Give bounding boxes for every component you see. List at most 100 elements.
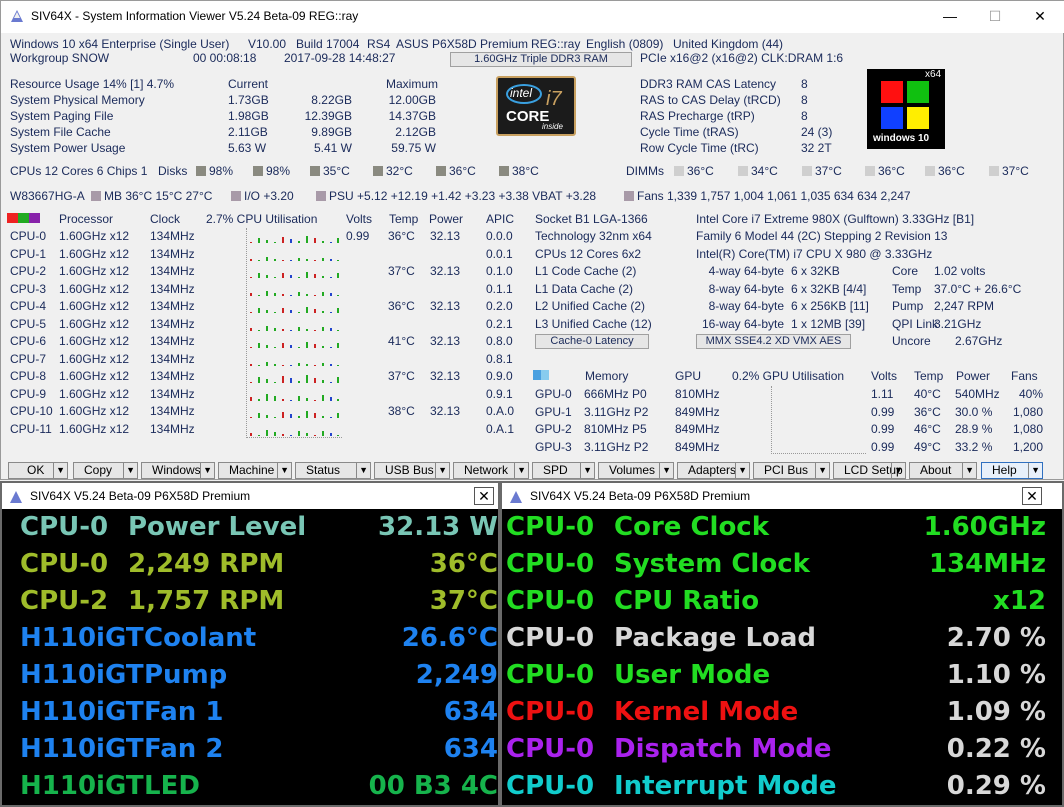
button-network[interactable]: Network ▼: [453, 462, 529, 479]
lcd-left-app-icon: [10, 491, 22, 503]
cpu-name: CPU-7: [10, 351, 47, 366]
cpu-name: Intel Core i7 Extreme 980X (Gulftown) 3.…: [696, 212, 975, 226]
title-bar[interactable]: SIV64X - System Information Viewer V5.24…: [1, 1, 1064, 33]
lcd-left-title[interactable]: SIV64X V5.24 Beta-09 P6X58D Premium: [2, 483, 498, 509]
cpu-clock: 134MHz: [150, 281, 195, 296]
button-ok[interactable]: OK ▼: [8, 462, 68, 479]
ram-timing-value: 8: [801, 109, 808, 123]
disk-item: 38°C: [499, 164, 539, 179]
cpu-util-bar: [282, 364, 284, 366]
dimm-item: 36°C: [865, 164, 905, 179]
cpu-processor: 1.60GHz x12: [59, 421, 130, 436]
cpu-util-bar: [282, 343, 284, 348]
socket-line: CPUs 12 Cores 6x2: [535, 247, 642, 261]
cpu-util-bar: [306, 307, 308, 313]
gpu-utilisation-graph: [771, 386, 866, 454]
lcd-left-metric: 1,757 RPM: [128, 586, 285, 616]
button-label: About: [920, 463, 952, 477]
button-machine[interactable]: Machine ▼: [218, 462, 292, 479]
cpu-util-bar: [266, 325, 268, 331]
cpu-power: 32.13: [430, 299, 461, 313]
button-spd[interactable]: SPD ▼: [532, 462, 595, 479]
dropdown-arrow-icon: ▼: [277, 463, 289, 478]
psu-voltages: PSU +5.12 +12.19 +1.42 +3.23 +3.38 VBAT …: [316, 189, 596, 204]
dimm-value: 37°C: [1002, 164, 1029, 178]
button-windows[interactable]: Windows ▼: [141, 462, 215, 479]
mb-temps-text: MB 36°C 15°C 27°C: [104, 189, 213, 203]
button-label: OK: [27, 463, 45, 477]
button-about[interactable]: About ▼: [909, 462, 977, 479]
button-usb-bus[interactable]: USB Bus ▼: [374, 462, 450, 479]
gpu-fans: 1,080: [1012, 422, 1043, 436]
cpu-util-bar: [314, 413, 316, 418]
disk-value: 36°C: [449, 164, 476, 178]
gpu-clock: 810MHz: [675, 387, 720, 401]
lcd-right-close-button[interactable]: ✕: [1022, 487, 1042, 505]
cpu-util-bar: [314, 238, 316, 243]
cpu-temp: 41°C: [388, 334, 415, 348]
gpu-power: 540MHz: [955, 387, 1000, 401]
lcd-right-app-icon: [510, 491, 522, 503]
lcd-left-value: 36°C: [429, 549, 498, 579]
lcd-right-source: CPU-0: [506, 734, 595, 764]
gpu-clock: 849MHz: [675, 404, 720, 419]
cpu-util-bar: [298, 326, 300, 331]
cpu-features-button[interactable]: MMX SSE4.2 XD VMX AES: [696, 334, 851, 349]
cpu-color-legend: [7, 213, 40, 223]
minimize-button[interactable]: —: [927, 1, 973, 31]
disk-swatch: [196, 166, 206, 176]
button-label: Windows: [152, 463, 201, 477]
cpu-util-bar: [258, 364, 260, 366]
cpu-util-bar: [298, 241, 300, 243]
cpu-util-bar: [250, 242, 252, 243]
cpu-util-bar: [298, 381, 300, 383]
cpu-apic: 0.2.0: [486, 299, 513, 313]
cpu-util-bar: [266, 429, 268, 436]
cpu-util-bar: [322, 380, 324, 383]
cpu-processor: 1.60GHz x12: [59, 351, 130, 366]
button-adapters[interactable]: Adapters ▼: [677, 462, 750, 479]
cpu-util-bar: [266, 240, 268, 243]
cpu-util-bar: [306, 363, 308, 366]
cpu-util-bar: [298, 257, 300, 261]
cpu-name: CPU-3: [10, 281, 47, 296]
cpu-util-bar: [330, 292, 332, 296]
cpu-util-bar: [337, 413, 339, 418]
button-pci-bus[interactable]: PCI Bus ▼: [753, 462, 830, 479]
lcd-left-value: 00 B3 4C: [368, 771, 498, 801]
ram-timing-label: Cycle Time (tRAS): [640, 125, 739, 139]
cpu-processor: 1.60GHz x12: [59, 229, 130, 243]
lcd-left-close-button[interactable]: ✕: [474, 487, 494, 505]
cpu-util-bar: [298, 395, 300, 401]
cpu-util-bar: [314, 434, 316, 436]
button-lcd-setup[interactable]: LCD Setup ▼: [833, 462, 906, 479]
lcd-right-source: CPU-0: [506, 549, 595, 579]
lcd-left-metric: Fan 1: [144, 697, 224, 727]
cpu-header-volts: Volts: [346, 212, 373, 226]
lcd-left-value: 37°C: [429, 586, 498, 616]
uncore-label: Uncore: [892, 334, 931, 348]
lcd-left-metric: Coolant: [144, 623, 257, 653]
close-button[interactable]: ✕: [1017, 1, 1063, 31]
disk-value: 32°C: [386, 164, 413, 178]
dimm-swatch: [925, 166, 935, 176]
resource-label: System Paging File: [10, 109, 114, 123]
button-copy[interactable]: Copy ▼: [73, 462, 138, 479]
cpu-util-bar: [337, 238, 339, 243]
disk-swatch: [253, 166, 263, 176]
memory-button[interactable]: 1.60GHz Triple DDR3 RAM: [450, 52, 632, 67]
cpu-util-bar: [306, 342, 308, 348]
button-label: Status: [306, 463, 341, 477]
cpu-brand: Intel(R) Core(TM) i7 CPU X 980 @ 3.33GHz: [696, 247, 933, 261]
lcd-right-title[interactable]: SIV64X V5.24 Beta-09 P6X58D Premium: [502, 483, 1062, 509]
resource-current: 1.73GB: [228, 93, 269, 107]
cache-latency-button[interactable]: Cache-0 Latency: [535, 334, 649, 349]
current-header: Current: [228, 77, 269, 91]
ram-timing-value: 32 2T: [801, 141, 832, 155]
button-status[interactable]: Status ▼: [295, 462, 371, 479]
button-help[interactable]: Help ▼: [981, 462, 1043, 479]
lcd-left-value: 634: [443, 697, 498, 727]
cpu-util-bar: [314, 294, 316, 296]
button-volumes[interactable]: Volumes ▼: [598, 462, 674, 479]
maximize-button[interactable]: ☐: [972, 1, 1018, 31]
